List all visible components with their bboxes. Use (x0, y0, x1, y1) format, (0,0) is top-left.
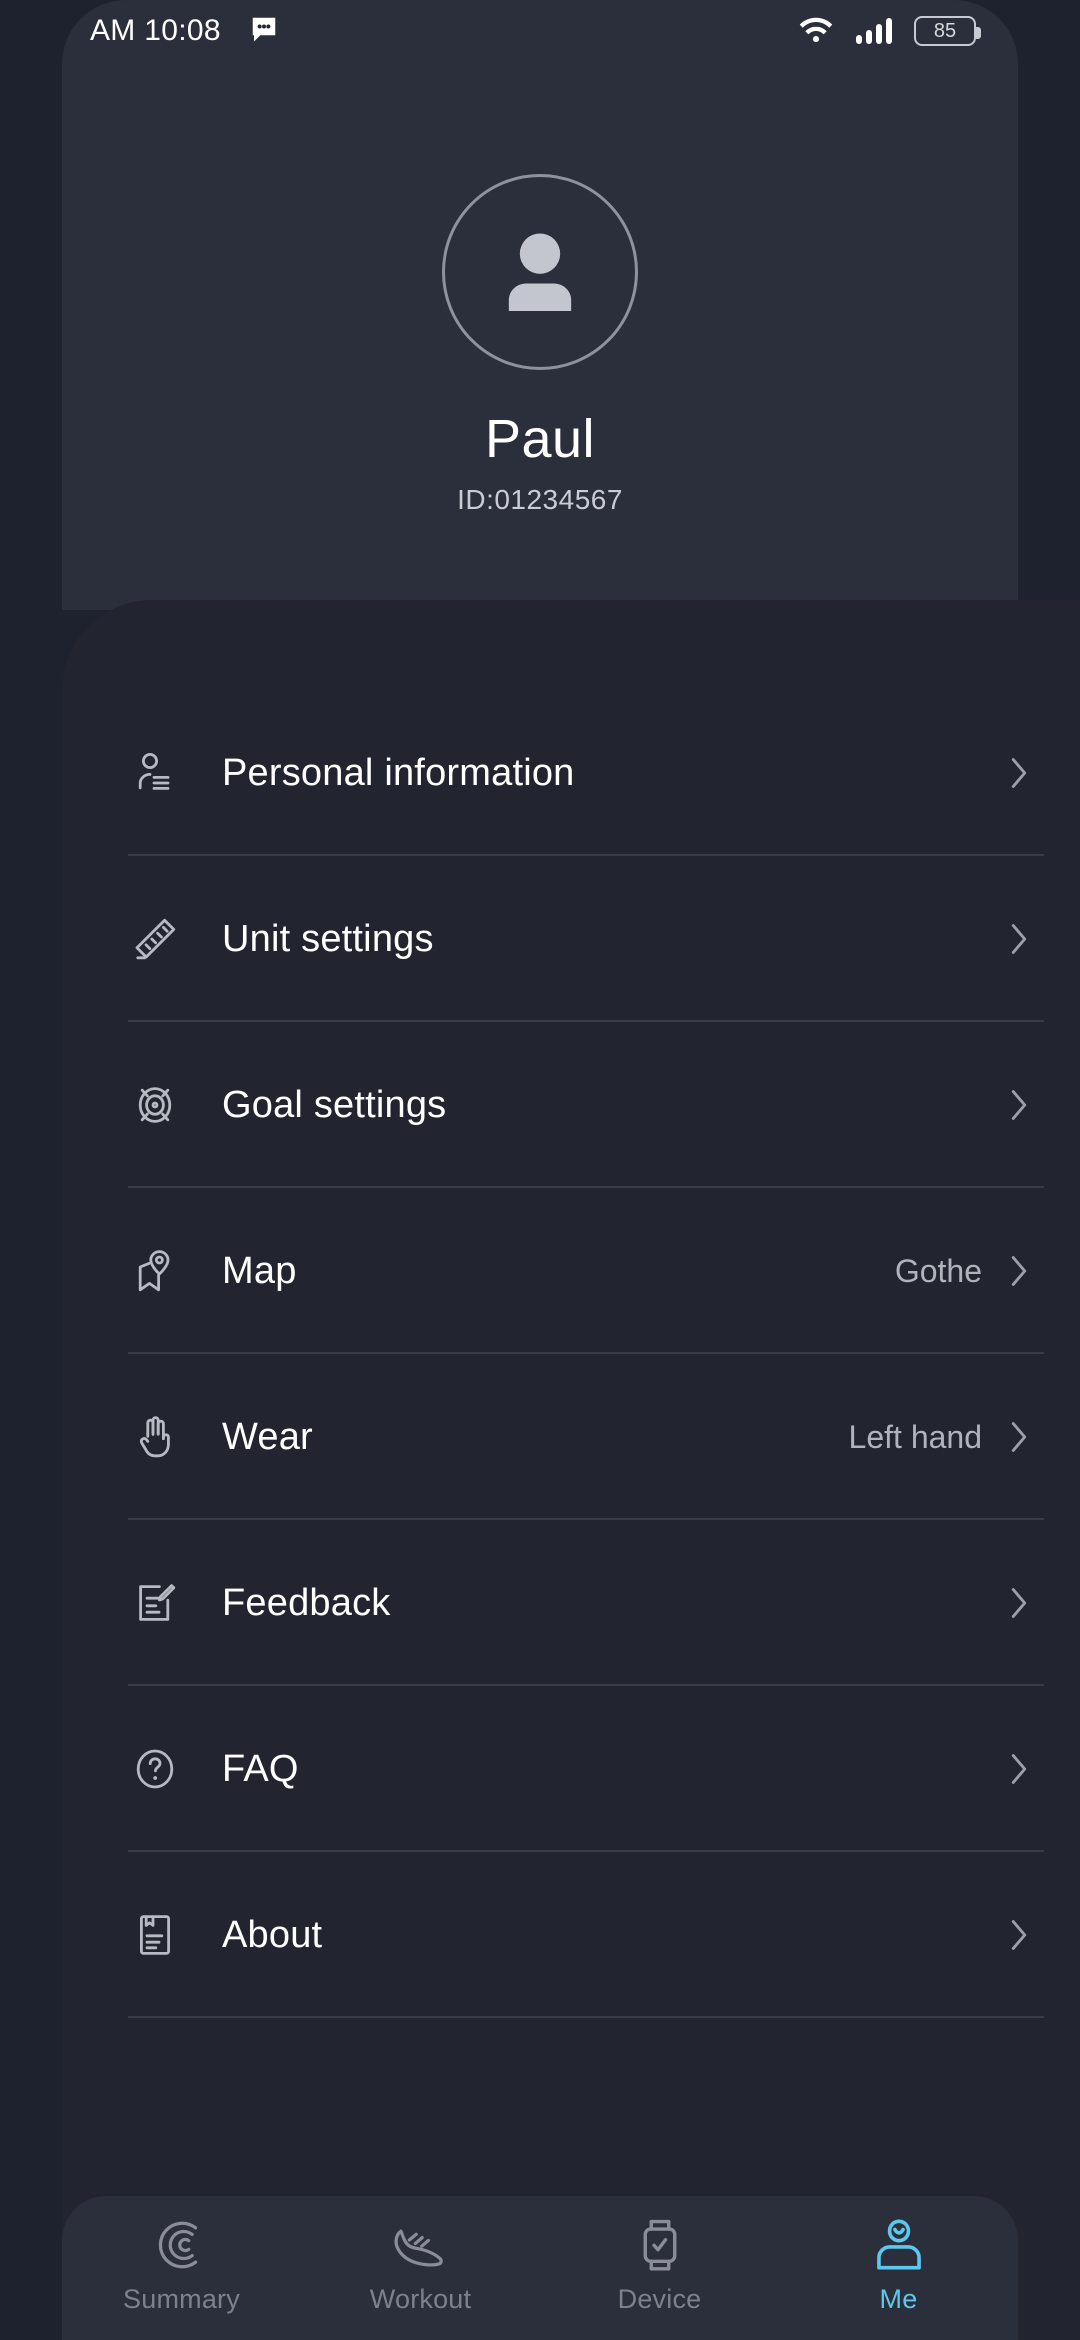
avatar[interactable] (442, 174, 638, 370)
profile-id: ID:01234567 (457, 484, 623, 515)
menu-item-value: Gothe (894, 1252, 982, 1289)
note-edit-icon (128, 1576, 182, 1630)
nav-item-label: Device (617, 2284, 702, 2314)
person-lines-icon (128, 746, 182, 800)
menu-item-label: Goal settings (222, 1083, 447, 1126)
question-circle-icon (128, 1742, 182, 1796)
battery-level: 85 (933, 20, 957, 42)
battery-icon: 85 (914, 16, 981, 46)
nav-item-label: Me (879, 2284, 918, 2314)
cellular-signal-icon (856, 18, 892, 44)
running-shoe-icon (390, 2214, 452, 2276)
map-pin-icon (128, 1244, 182, 1298)
nav-item-me[interactable]: Me (779, 2196, 1018, 2340)
chevron-right-icon (1004, 1082, 1034, 1128)
profile-name: Paul (484, 409, 596, 469)
status-clock: AM 10:08 (90, 14, 221, 47)
row-divider (128, 2016, 1044, 2018)
bookmark-document-icon (128, 1908, 182, 1962)
status-bar-left: AM 10:08 (90, 14, 279, 49)
menu-item-label: Feedback (222, 1581, 391, 1624)
person-me-icon (871, 2214, 927, 2276)
menu-item-label: Personal information (222, 751, 575, 794)
menu-item-label: About (222, 1913, 323, 1956)
wifi-icon (798, 15, 834, 48)
menu-item-label: Unit settings (222, 917, 434, 960)
menu-item-value: Left hand (848, 1418, 982, 1455)
menu-item-label: Wear (222, 1415, 313, 1458)
hand-icon (128, 1410, 182, 1464)
ruler-icon (128, 912, 182, 966)
menu-item-wear[interactable]: Wear Left hand (62, 1354, 1080, 1520)
menu-item-feedback[interactable]: Feedback (62, 1520, 1080, 1686)
settings-menu: Personal information Unit settings Goal … (62, 690, 1080, 2018)
chevron-right-icon (1004, 916, 1034, 962)
nav-item-label: Workout (369, 2284, 472, 2314)
chevron-right-icon (1004, 1912, 1034, 1958)
menu-item-map[interactable]: Map Gothe (62, 1188, 1080, 1354)
menu-item-about[interactable]: About (62, 1852, 1080, 2018)
chevron-right-icon (1004, 1746, 1034, 1792)
target-icon (128, 1078, 182, 1132)
nav-item-summary[interactable]: Summary (62, 2196, 301, 2340)
status-bar-right: 85 (798, 15, 981, 48)
nav-item-label: Summary (123, 2284, 240, 2314)
menu-item-unit-settings[interactable]: Unit settings (62, 856, 1080, 1022)
chevron-right-icon (1004, 1580, 1034, 1626)
bottom-navigation-bar: Summary Workout Device Me (62, 2196, 1018, 2340)
status-bar: AM 10:08 85 (62, 0, 1018, 62)
chevron-right-icon (1004, 1248, 1034, 1294)
menu-item-faq[interactable]: FAQ (62, 1686, 1080, 1852)
nav-item-device[interactable]: Device (540, 2196, 779, 2340)
profile-section: Paul ID:01234567 (62, 62, 1018, 562)
rings-summary-icon (153, 2214, 211, 2276)
nav-item-workout[interactable]: Workout (301, 2196, 540, 2340)
menu-item-label: Map (222, 1249, 297, 1292)
menu-item-goal-settings[interactable]: Goal settings (62, 1022, 1080, 1188)
chevron-right-icon (1004, 1414, 1034, 1460)
phone-screen: AM 10:08 85 Paul ID:01234567 Personal in… (0, 0, 1080, 2340)
chevron-right-icon (1004, 750, 1034, 796)
message-bubble-icon (249, 14, 279, 49)
person-avatar-icon (508, 233, 572, 311)
menu-item-label: FAQ (222, 1747, 299, 1790)
smartwatch-check-icon (633, 2214, 687, 2276)
menu-item-personal-information[interactable]: Personal information (62, 690, 1080, 856)
